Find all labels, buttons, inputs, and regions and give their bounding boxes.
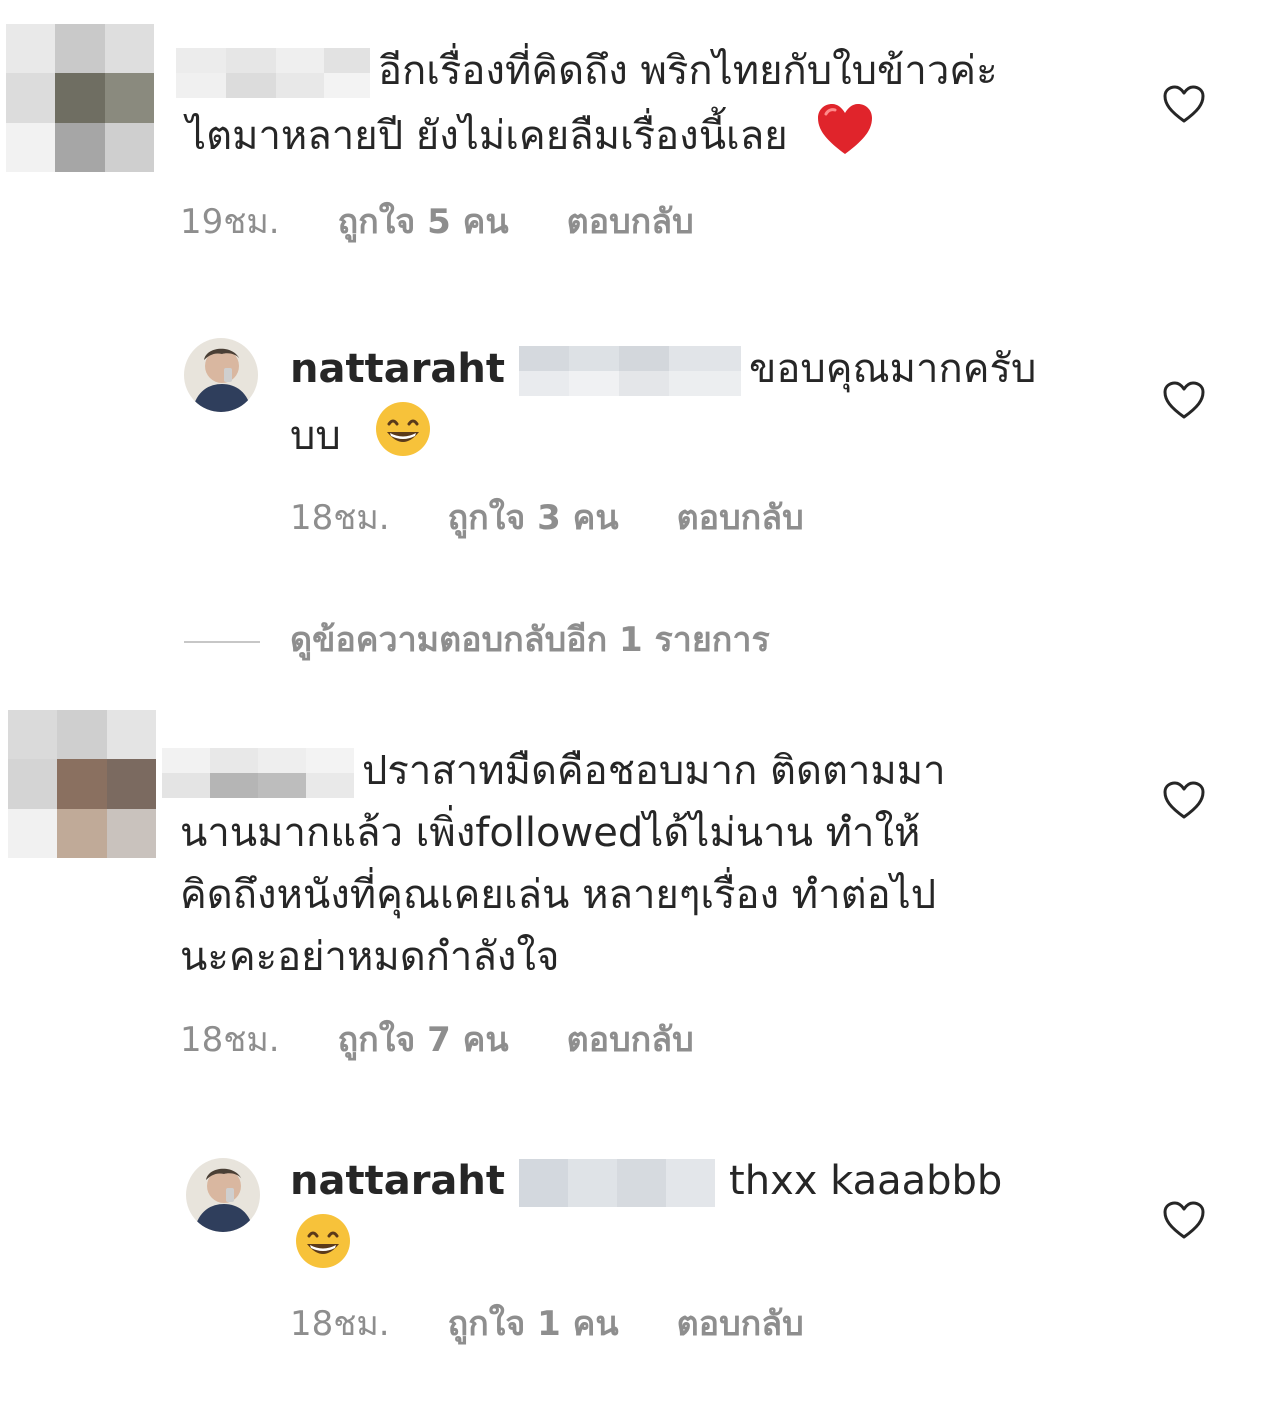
comment-text-line4: นะคะอย่าหมดกำลังใจ <box>180 934 560 980</box>
avatar[interactable] <box>186 1158 260 1232</box>
comment-meta: 18ชม. ถูกใจ 7 คน ตอบกลับ <box>180 1012 752 1066</box>
like-count[interactable]: ถูกใจ 3 คน <box>448 490 619 544</box>
view-more-replies[interactable]: ดูข้อความตอบกลับอีก 1 รายการ <box>184 612 770 666</box>
like-count[interactable]: ถูกใจ 7 คน <box>338 1012 509 1066</box>
comment-meta: 18ชม. ถูกใจ 3 คน ตอบกลับ <box>290 490 862 544</box>
comment-body: nattaraht thxx kaaabbb <box>290 1150 1110 1288</box>
comment-meta: 18ชม. ถูกใจ 1 คน ตอบกลับ <box>290 1296 862 1350</box>
blurred-mention[interactable] <box>519 1159 716 1207</box>
blurred-username[interactable] <box>176 48 370 98</box>
reply-button[interactable]: ตอบกลับ <box>567 1012 694 1066</box>
timestamp: 18ชม. <box>290 498 390 538</box>
blurred-username[interactable] <box>162 748 354 798</box>
blurred-avatar[interactable] <box>6 24 154 172</box>
comment-text-line1: ปราสาทมืดคือชอบมาก ติดตามมา <box>362 748 946 794</box>
comment-text-line2: นานมากแล้ว เพิ่งfollowedได้ไม่นาน ทำให้ <box>180 810 921 856</box>
comment-body: nattaraht ขอบคุณมากครับ บบ <box>290 338 1110 476</box>
like-count[interactable]: ถูกใจ 5 คน <box>338 194 509 248</box>
comment-body: ปราสาทมืดคือชอบมาก ติดตามมา นานมากแล้ว เ… <box>162 740 1142 988</box>
timestamp: 18ชม. <box>180 1020 280 1060</box>
heart-outline-icon[interactable] <box>1162 780 1206 820</box>
grinning-face-emoji <box>374 400 432 476</box>
comment-meta: 19ชม. ถูกใจ 5 คน ตอบกลับ <box>180 194 752 248</box>
view-replies-label[interactable]: ดูข้อความตอบกลับอีก 1 รายการ <box>290 620 770 660</box>
heart-outline-icon[interactable] <box>1162 380 1206 420</box>
comment-text-line2: ไตมาหลายปี ยังไม่เคยลืมเรื่องนี้เลย <box>186 113 788 159</box>
heart-outline-icon[interactable] <box>1162 84 1206 124</box>
heart-outline-icon[interactable] <box>1162 1200 1206 1240</box>
username[interactable]: nattaraht <box>290 1158 505 1204</box>
comment-text-line2: บบ <box>290 413 341 459</box>
reply-button[interactable]: ตอบกลับ <box>677 1296 804 1350</box>
like-count[interactable]: ถูกใจ 1 คน <box>448 1296 619 1350</box>
comment-text-line1: อีกเรื่องที่คิดถึง พริกไทยกับใบข้าวค่ะ <box>378 48 998 94</box>
comment-text-line1: thxx kaaabbb <box>729 1158 1003 1204</box>
blurred-avatar[interactable] <box>8 710 156 858</box>
avatar[interactable] <box>184 338 258 412</box>
comment-body: อีกเรื่องที่คิดถึง พริกไทยกับใบข้าวค่ะ ไ… <box>176 40 1136 174</box>
timestamp: 18ชม. <box>290 1304 390 1344</box>
timestamp: 19ชม. <box>180 202 280 242</box>
grinning-face-emoji <box>294 1212 352 1288</box>
heart-emoji <box>816 102 874 174</box>
divider-line <box>184 640 260 643</box>
blurred-mention[interactable] <box>519 346 742 396</box>
comment-text-line1: ขอบคุณมากครับ <box>749 346 1037 392</box>
username[interactable]: nattaraht <box>290 346 505 392</box>
reply-button[interactable]: ตอบกลับ <box>677 490 804 544</box>
reply-button[interactable]: ตอบกลับ <box>567 194 694 248</box>
comment-text-line3: คิดถึงหนังที่คุณเคยเล่น หลายๆเรื่อง ทำต่… <box>180 872 937 918</box>
